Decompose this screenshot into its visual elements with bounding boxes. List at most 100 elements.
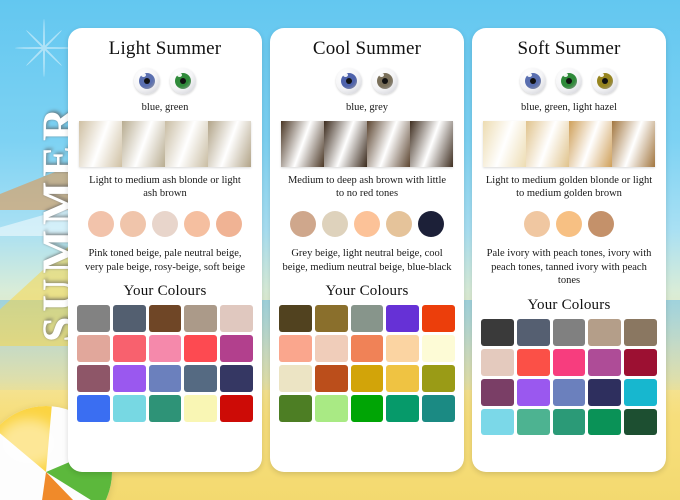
- colour-swatch[interactable]: [148, 305, 182, 333]
- skin-swatch: [184, 210, 210, 237]
- colour-swatch[interactable]: [220, 394, 253, 422]
- card-cool-summer[interactable]: Cool Summer blue, grey Medium to deep as…: [270, 28, 464, 472]
- colour-swatch[interactable]: [552, 378, 586, 406]
- skin-caption: Grey beige, light neutral beige, cool be…: [282, 247, 452, 273]
- eye-icon: [336, 68, 362, 94]
- colour-swatch[interactable]: [77, 364, 110, 392]
- skin-swatches: [88, 210, 242, 237]
- colour-swatch[interactable]: [481, 348, 514, 376]
- colour-swatch[interactable]: [148, 394, 182, 422]
- colour-swatch[interactable]: [422, 335, 455, 362]
- colour-swatch[interactable]: [184, 364, 218, 392]
- colour-swatch[interactable]: [184, 394, 218, 422]
- skin-swatch: [290, 210, 316, 237]
- hair-segment: [208, 120, 251, 167]
- your-colours-heading: Your Colours: [527, 296, 611, 313]
- eye-caption: blue, grey: [346, 102, 388, 113]
- colour-swatch[interactable]: [77, 335, 110, 362]
- colour-swatch[interactable]: [624, 408, 657, 436]
- colour-swatch[interactable]: [588, 348, 622, 376]
- colour-swatch[interactable]: [112, 364, 146, 392]
- colour-swatch[interactable]: [314, 364, 348, 392]
- colour-swatch[interactable]: [350, 305, 384, 333]
- colour-swatch[interactable]: [552, 408, 586, 436]
- hair-segment: [367, 120, 410, 167]
- colour-swatch[interactable]: [220, 335, 253, 362]
- card-light-summer[interactable]: Light Summer blue, green Light to medium…: [68, 28, 262, 472]
- eye-icon: [520, 68, 546, 94]
- colour-swatch[interactable]: [481, 408, 514, 436]
- hair-segment: [122, 120, 165, 167]
- colour-swatch[interactable]: [588, 318, 622, 346]
- colour-swatch[interactable]: [350, 394, 384, 422]
- colour-swatch[interactable]: [386, 364, 420, 392]
- colour-swatch[interactable]: [77, 305, 110, 333]
- colour-swatch[interactable]: [516, 378, 550, 406]
- colour-swatch[interactable]: [220, 364, 253, 392]
- colour-swatch[interactable]: [184, 305, 218, 333]
- colour-swatch[interactable]: [279, 305, 312, 333]
- colour-swatch[interactable]: [77, 394, 110, 422]
- colour-swatch[interactable]: [624, 318, 657, 346]
- colour-swatch[interactable]: [314, 394, 348, 422]
- colour-swatch[interactable]: [552, 348, 586, 376]
- season-cards: Light Summer blue, green Light to medium…: [68, 28, 666, 472]
- colour-swatch[interactable]: [386, 394, 420, 422]
- hair-caption: Light to medium ash blonde or light ash …: [89, 174, 241, 200]
- skin-swatch: [386, 210, 412, 237]
- colour-swatch[interactable]: [279, 394, 312, 422]
- colour-swatch[interactable]: [552, 318, 586, 346]
- hair-segment: [324, 120, 367, 167]
- colour-palette-grid[interactable]: [77, 305, 253, 422]
- colour-swatch[interactable]: [481, 378, 514, 406]
- colour-swatch[interactable]: [588, 378, 622, 406]
- colour-swatch[interactable]: [314, 305, 348, 333]
- card-title: Cool Summer: [312, 38, 422, 59]
- colour-swatch[interactable]: [279, 364, 312, 392]
- skin-swatch: [216, 210, 242, 237]
- sparkle-icon: [14, 18, 74, 78]
- colour-swatch[interactable]: [279, 335, 312, 362]
- hair-segment: [569, 120, 612, 167]
- card-title: Light Summer: [108, 38, 222, 59]
- eye-icon: [556, 68, 582, 94]
- hair-segment: [483, 120, 526, 167]
- colour-palette-grid[interactable]: [481, 318, 657, 436]
- colour-swatch[interactable]: [112, 305, 146, 333]
- skin-swatch: [120, 210, 146, 237]
- colour-swatch[interactable]: [386, 305, 420, 333]
- hair-swatch-strip: [281, 120, 453, 167]
- colour-swatch[interactable]: [112, 335, 146, 362]
- eye-icon: [134, 68, 160, 94]
- colour-swatch[interactable]: [516, 408, 550, 436]
- hair-segment: [410, 120, 453, 167]
- colour-swatch[interactable]: [422, 364, 455, 392]
- hair-caption: Light to medium golden blonde or light t…: [485, 174, 653, 200]
- colour-swatch[interactable]: [516, 348, 550, 376]
- colour-swatch[interactable]: [624, 348, 657, 376]
- colour-swatch[interactable]: [148, 364, 182, 392]
- skin-swatch: [524, 210, 550, 237]
- hair-swatch-strip: [79, 120, 251, 167]
- colour-swatch[interactable]: [422, 305, 455, 333]
- eye-icons: [134, 68, 196, 94]
- colour-swatch[interactable]: [350, 364, 384, 392]
- skin-caption: Pink toned beige, pale neutral beige, ve…: [84, 247, 246, 273]
- colour-swatch[interactable]: [184, 335, 218, 362]
- colour-swatch[interactable]: [220, 305, 253, 333]
- colour-swatch[interactable]: [422, 394, 455, 422]
- card-soft-summer[interactable]: Soft Summer blue, green, light hazel Lig…: [472, 28, 666, 472]
- colour-swatch[interactable]: [314, 335, 348, 362]
- eye-icon: [592, 68, 618, 94]
- eye-icon: [170, 68, 196, 94]
- colour-swatch[interactable]: [481, 318, 514, 346]
- colour-swatch[interactable]: [386, 335, 420, 362]
- colour-swatch[interactable]: [148, 335, 182, 362]
- colour-swatch[interactable]: [588, 408, 622, 436]
- eye-caption: blue, green, light hazel: [521, 102, 617, 113]
- colour-palette-grid[interactable]: [279, 305, 455, 422]
- colour-swatch[interactable]: [350, 335, 384, 362]
- colour-swatch[interactable]: [516, 318, 550, 346]
- colour-swatch[interactable]: [624, 378, 657, 406]
- colour-swatch[interactable]: [112, 394, 146, 422]
